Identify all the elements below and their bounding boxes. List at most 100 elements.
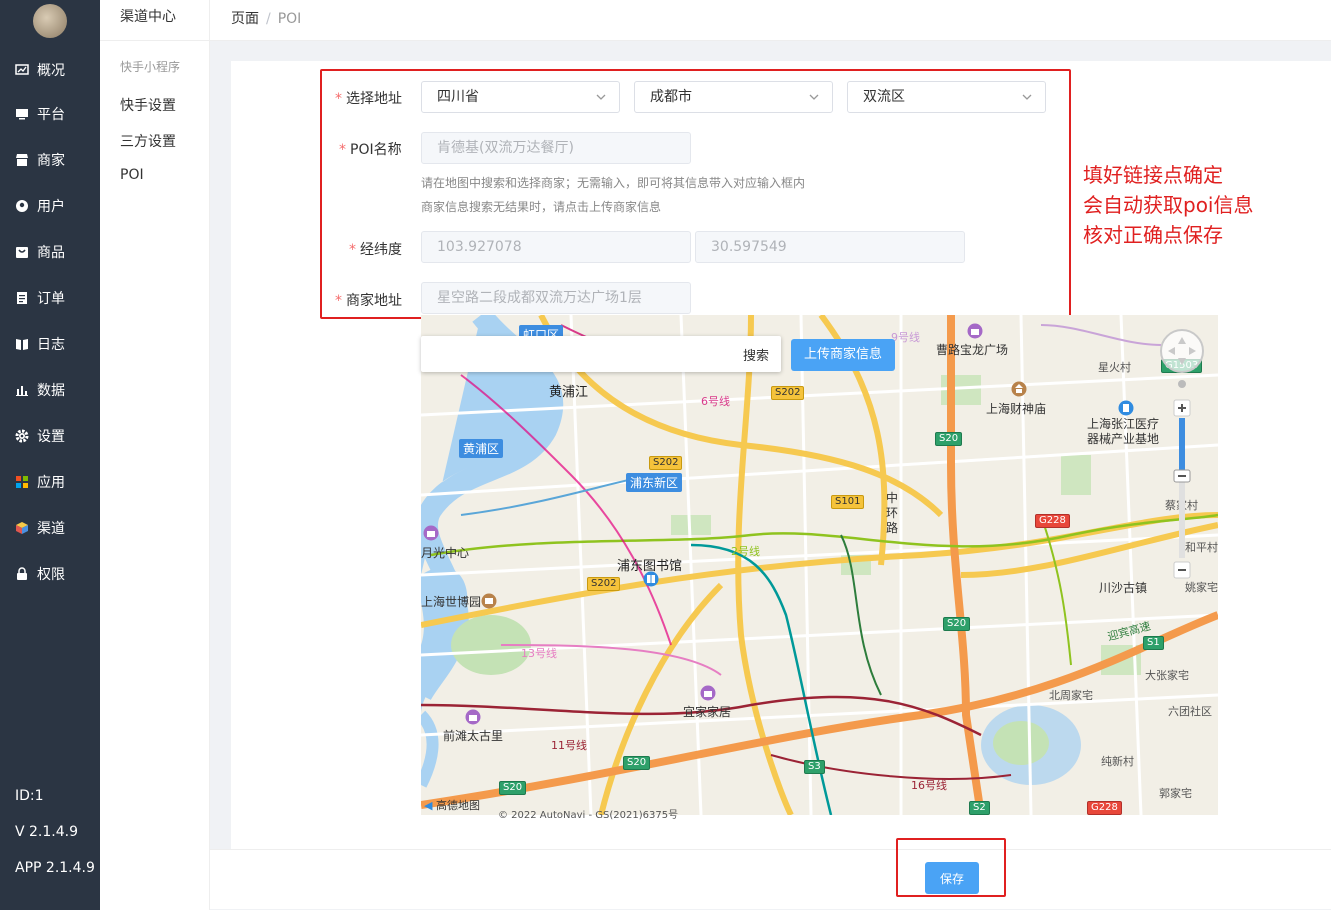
sub-item-kuaishou-settings[interactable]: 快手设置: [120, 95, 176, 115]
map-label-expo: 上海世博园: [421, 595, 482, 609]
map-label-line16: 16号线: [911, 779, 947, 792]
map-shield: S20: [623, 756, 651, 770]
map-label-beizhou: 北周家宅: [1049, 689, 1093, 702]
cube-icon: [15, 521, 29, 535]
sidebar-item-user[interactable]: 用户: [0, 183, 100, 229]
map-search-button[interactable]: 搜索: [743, 345, 769, 364]
breadcrumb-separator: /: [266, 11, 271, 27]
avatar[interactable]: [33, 4, 67, 38]
sidebar-item-label: 设置: [37, 429, 65, 445]
annotation-highlight-box: [320, 69, 1071, 319]
map-label-line6: 6号线: [701, 395, 730, 408]
map-shield: S20: [499, 781, 527, 795]
sidebar-item-label: 数据: [37, 383, 65, 399]
sub-item-poi[interactable]: POI: [120, 167, 144, 183]
sidebar-item-log[interactable]: 日志: [0, 321, 100, 367]
map-label-zhonghuan: 中环路: [886, 491, 899, 535]
sidebar-item-label: 商品: [37, 245, 65, 261]
map-view[interactable]: 虹口区 黄浦江 黄浦区 浦东新区 浦东图书馆 上海世博园 月光中心 宜家家居 前…: [421, 315, 1218, 815]
map-zoom-control[interactable]: [1173, 378, 1191, 580]
sidebar-item-platform[interactable]: 平台: [0, 91, 100, 137]
map-copyright: © 2022 AutoNavi - GS(2021)6375号: [498, 810, 679, 821]
breadcrumb-current: POI: [277, 11, 302, 27]
chart-icon: [15, 63, 29, 77]
shopping-poi-icon: [423, 525, 439, 541]
map-shield: S101: [831, 495, 865, 509]
map-label-caolu: 曹路宝龙广场: [936, 343, 1009, 357]
map-label-line13: 13号线: [521, 647, 557, 660]
sidebar-item-merchant[interactable]: 商家: [0, 137, 100, 183]
map-base: [421, 315, 1218, 815]
footer-bar: [210, 849, 1331, 909]
map-shield: S202: [587, 577, 621, 591]
map-label-dazhang: 大张家宅: [1145, 669, 1189, 682]
annotation-text: 填好链接点确定 会自动获取poi信息 核对正确点保存: [1083, 160, 1254, 250]
map-label-caishen: 上海财神庙: [986, 402, 1047, 416]
map-shield: S2: [969, 801, 990, 815]
sidebar-item-label: 商家: [37, 153, 65, 169]
building-poi-icon: [1118, 400, 1134, 416]
map-shield: S1: [1143, 636, 1164, 650]
shop-icon: [15, 153, 29, 167]
map-label-liuyuan: 六团社区: [1168, 705, 1212, 718]
map-shield: G228: [1035, 514, 1070, 528]
annotation-line-3: 核对正确点保存: [1083, 223, 1223, 247]
sidebar-item-data[interactable]: 数据: [0, 367, 100, 413]
map-logo: ◀ 高德地图: [424, 799, 480, 812]
top-bar: 页面 / POI: [210, 0, 1331, 41]
sidebar-item-settings[interactable]: 设置: [0, 413, 100, 459]
sidebar-item-overview[interactable]: 概况: [0, 47, 100, 93]
annotation-line-1: 填好链接点确定: [1083, 163, 1223, 187]
expo-poi-icon: [481, 593, 497, 609]
main-sidebar: 概况 平台 商家 用户 商品 订单 日志 数据 设置 应用 渠道 权限 ID:1…: [0, 0, 100, 910]
sidebar-item-label: 概况: [37, 63, 65, 79]
sidebar-item-label: 权限: [37, 567, 65, 583]
map-shield: S3: [804, 760, 825, 774]
sidebar-item-label: 平台: [37, 107, 65, 123]
map-search-bar: 搜索: [421, 336, 781, 372]
zoom-slider: [1173, 380, 1191, 579]
map-label-guojia: 郭家宅: [1159, 787, 1192, 800]
bar-chart-icon: [15, 383, 29, 397]
sub-sidebar: 渠道中心 快手小程序 快手设置 三方设置 POI: [100, 0, 210, 910]
sidebar-item-label: 订单: [37, 291, 65, 307]
gear-icon: [15, 429, 29, 443]
subbar-group-label: 快手小程序: [120, 60, 181, 74]
upload-merchant-button[interactable]: 上传商家信息: [791, 339, 895, 371]
map-shield: G228: [1087, 801, 1122, 815]
breadcrumb-root[interactable]: 页面: [231, 11, 259, 27]
sidebar-item-goods[interactable]: 商品: [0, 229, 100, 275]
map-label-qiantan: 前滩太古里: [443, 729, 504, 743]
bag-icon: [15, 245, 29, 259]
sidebar-item-label: 日志: [37, 337, 65, 353]
map-shield: S20: [943, 617, 971, 631]
apps-icon: [15, 475, 29, 489]
breadcrumb: 页面 / POI: [231, 8, 301, 28]
map-label-line11: 11号线: [551, 739, 587, 752]
map-label-zhangjiang: 上海张江医疗器械产业基地: [1087, 417, 1160, 446]
sidebar-item-permission[interactable]: 权限: [0, 551, 100, 597]
clipboard-icon: [15, 291, 29, 305]
map-label-huangpu: 黄浦区: [459, 439, 504, 458]
sidebar-item-channel[interactable]: 渠道: [0, 505, 100, 551]
map-label-pudong: 浦东新区: [626, 473, 683, 492]
map-label-xinghuo: 星火村: [1098, 361, 1131, 374]
annotation-line-2: 会自动获取poi信息: [1083, 193, 1254, 217]
subbar-title: 渠道中心: [100, 0, 210, 41]
map-label-chuansha: 川沙古镇: [1099, 581, 1148, 595]
map-compass-control[interactable]: [1160, 329, 1204, 373]
shopping-poi-icon: [465, 709, 481, 725]
sidebar-item-label: 渠道: [37, 521, 65, 537]
map-label-huangpujiang: 黄浦江: [549, 385, 589, 400]
user-icon: [15, 199, 29, 213]
version-text: V 2.1.4.9: [15, 824, 79, 840]
map-search-input[interactable]: [421, 336, 731, 372]
map-label-yaojia: 姚家宅: [1185, 581, 1218, 594]
map-label-line2: 2号线: [731, 545, 760, 558]
sidebar-item-apps[interactable]: 应用: [0, 459, 100, 505]
sidebar-item-order[interactable]: 订单: [0, 275, 100, 321]
shopping-poi-icon: [967, 323, 983, 339]
sub-item-third-party-settings[interactable]: 三方设置: [120, 131, 176, 151]
sidebar-item-label: 用户: [37, 199, 65, 215]
sidebar-item-label: 应用: [37, 475, 65, 491]
